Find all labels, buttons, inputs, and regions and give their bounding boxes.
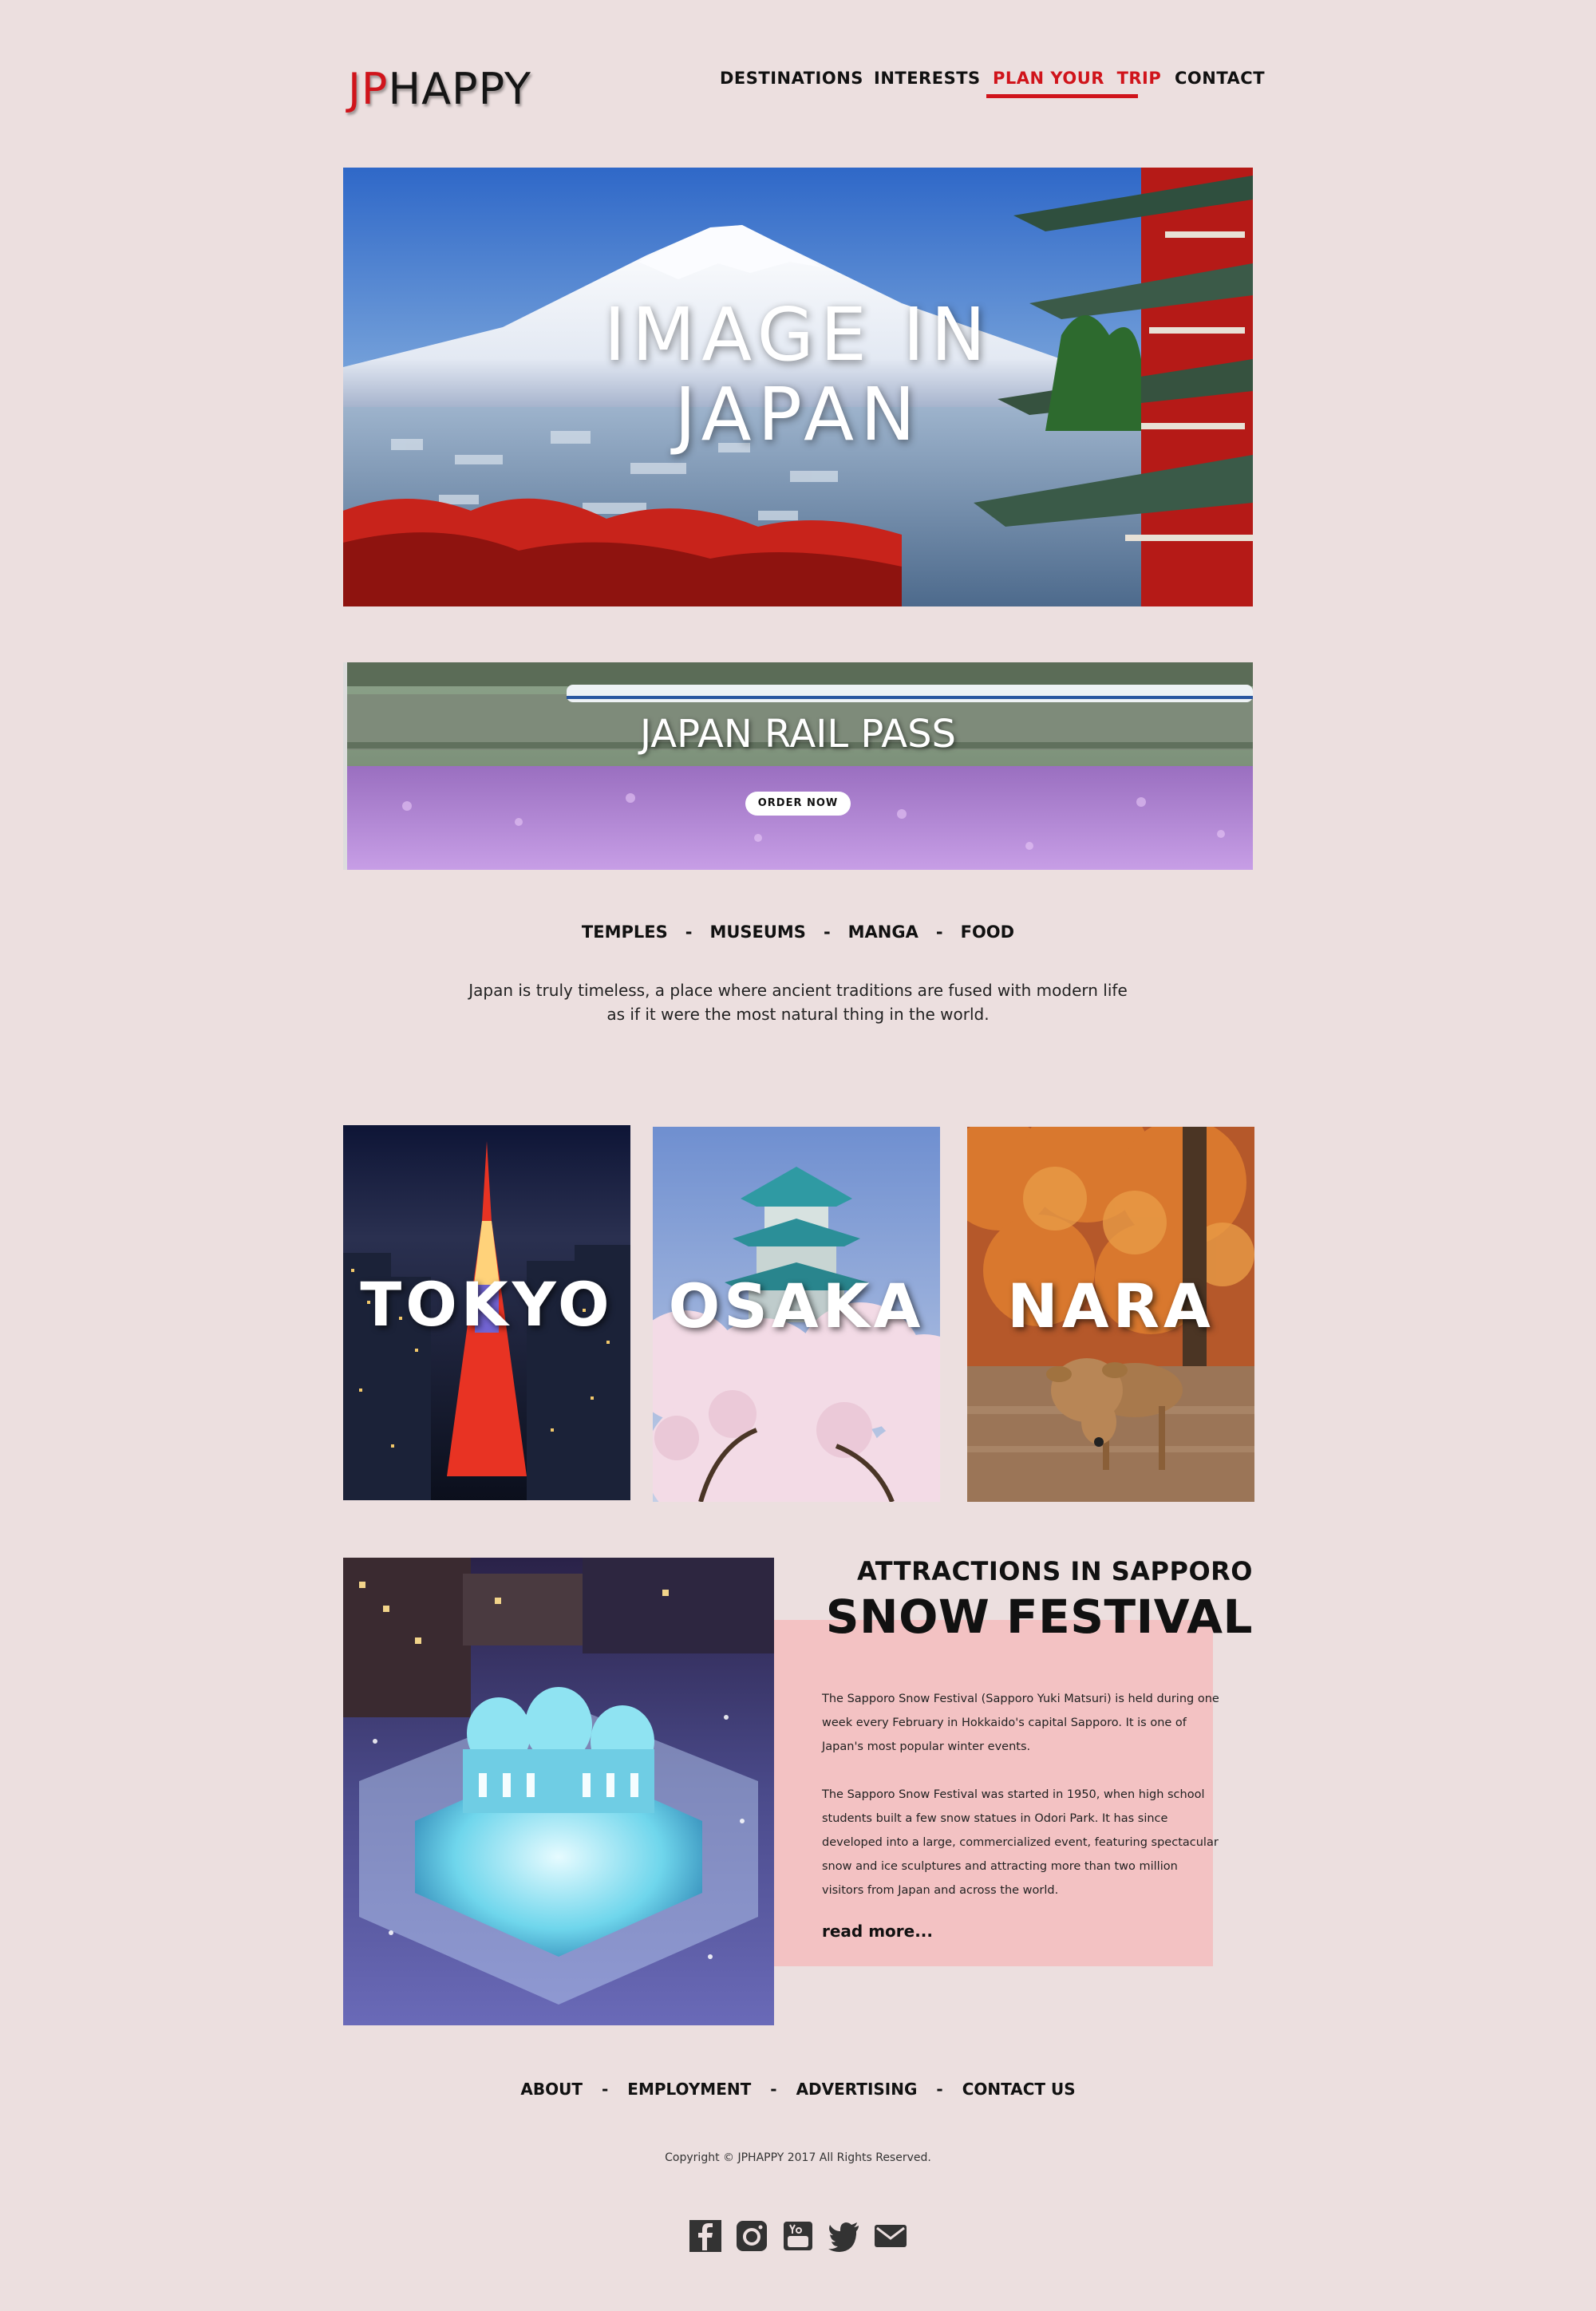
rail-pass-banner: JAPAN RAIL PASS ORDER NOW <box>343 662 1253 870</box>
copyright: Copyright © JPHAPPY 2017 All Rights Rese… <box>665 2151 931 2164</box>
instagram-icon[interactable] <box>734 2218 769 2254</box>
footer-about[interactable]: ABOUT <box>520 2080 583 2099</box>
separator: - <box>936 2080 943 2099</box>
nav-active-underline <box>986 94 1138 98</box>
logo-happy: HAPPY <box>388 64 531 114</box>
interest-museums[interactable]: MUSEUMS <box>709 922 806 942</box>
intro-text: Japan is truly timeless, a place where a… <box>468 981 1128 1024</box>
separator: - <box>601 2080 609 2099</box>
interest-manga[interactable]: MANGA <box>848 922 918 942</box>
attractions-subtitle: ATTRACTIONS IN SAPPORO <box>856 1556 1253 1586</box>
rail-pass-title: JAPAN RAIL PASS <box>639 712 957 757</box>
city-card-nara[interactable]: NARA <box>967 1127 1254 1502</box>
city-label-tokyo: TOKYO <box>360 1269 614 1340</box>
mail-icon[interactable] <box>873 2218 908 2254</box>
separator: - <box>823 922 831 942</box>
hero-title-line1: IMAGE IN <box>603 292 993 377</box>
logo-jp: JP <box>348 64 389 114</box>
hero-title: IMAGE IN JAPAN <box>343 295 1253 455</box>
footer-employment[interactable]: EMPLOYMENT <box>627 2080 751 2099</box>
read-more-link[interactable]: read more... <box>822 1922 933 1941</box>
snow-festival-paragraph-1: The Sapporo Snow Festival (Sapporo Yuki … <box>822 1693 1219 1753</box>
nav-destinations[interactable]: DESTINATIONS <box>720 69 863 88</box>
footer-advertising[interactable]: ADVERTISING <box>796 2080 918 2099</box>
facebook-icon[interactable] <box>688 2218 723 2254</box>
rail-pass-image <box>343 662 1253 870</box>
hero-banner: IMAGE IN JAPAN <box>343 168 1253 606</box>
city-label-osaka: OSAKA <box>668 1270 925 1341</box>
footer-links: ABOUT - EMPLOYMENT - ADVERTISING - CONTACT US <box>343 2080 1253 2099</box>
social-icons <box>686 2218 910 2254</box>
snow-festival-paragraph-2: The Sapporo Snow Festival was started in… <box>822 1788 1219 1897</box>
nav-contact[interactable]: CONTACT <box>1175 69 1265 88</box>
city-card-osaka[interactable]: OSAKA <box>653 1127 940 1502</box>
nav-plan-your-trip[interactable]: PLAN YOUR TRIP <box>993 69 1161 88</box>
city-card-tokyo[interactable]: TOKYO <box>343 1125 630 1500</box>
separator: - <box>935 922 943 942</box>
separator: - <box>770 2080 777 2099</box>
interest-temples[interactable]: TEMPLES <box>582 922 668 942</box>
city-label-nara: NARA <box>1007 1270 1215 1341</box>
snow-festival-image <box>343 1558 774 2025</box>
separator: - <box>685 922 693 942</box>
twitter-icon[interactable] <box>827 2218 862 2254</box>
interest-food[interactable]: FOOD <box>961 922 1014 942</box>
nav-interests[interactable]: INTERESTS <box>874 69 981 88</box>
youtube-icon[interactable] <box>780 2218 816 2254</box>
snow-festival-photo <box>343 1558 774 2025</box>
logo[interactable]: JPHAPPY <box>348 64 531 114</box>
hero-title-line2: JAPAN <box>674 372 922 457</box>
footer-contact-us[interactable]: CONTACT US <box>962 2080 1076 2099</box>
order-now-button[interactable]: ORDER NOW <box>745 792 851 816</box>
snow-festival-title: SNOW FESTIVAL <box>825 1590 1253 1644</box>
interests-menu: TEMPLES - MUSEUMS - MANGA - FOOD <box>343 922 1253 942</box>
